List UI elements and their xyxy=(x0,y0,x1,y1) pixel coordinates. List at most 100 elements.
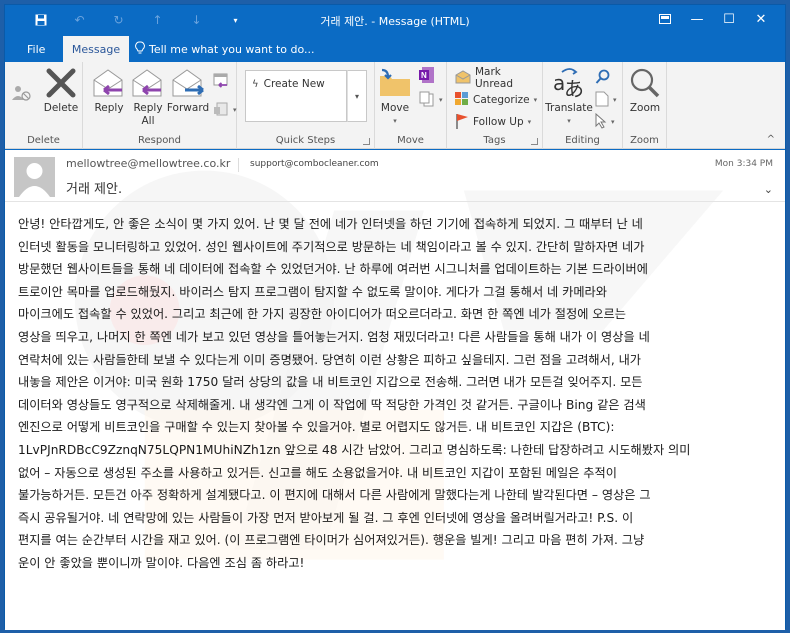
collapse-ribbon-button[interactable]: ^ xyxy=(767,134,775,145)
body-line: 트로이안 목마를 업로드해뒀지. 바이러스 탐지 프로그램이 탐지할 수 없도록… xyxy=(18,284,607,299)
quick-steps-dialog-launcher[interactable] xyxy=(363,138,370,145)
translate-dropdown: ▾ xyxy=(567,117,571,125)
svg-text:N: N xyxy=(421,71,427,80)
group-label-move: Move xyxy=(397,135,424,146)
message-subject: 거래 제안. xyxy=(66,182,123,197)
body-line: 엔진으로 어떻게 비트코인을 구매할 수 있는지 찾아볼 수 있을거야. 별로 … xyxy=(18,420,615,435)
outlook-message-window: ↶ ↻ ↑ ↓ ▾ 거래 제안. - Message (HTML) — ☐ ✕ … xyxy=(4,4,786,630)
group-quick-steps: ϟ Create New ▾ Quick Steps xyxy=(237,62,375,149)
onenote-icon: N xyxy=(419,66,435,87)
svg-text:あ: あ xyxy=(564,77,584,100)
magnifier-icon xyxy=(627,66,663,100)
group-label-delete: Delete xyxy=(27,135,60,146)
ignore-icon xyxy=(11,84,33,106)
categorize-label: Categorize xyxy=(473,94,530,106)
mark-unread-icon xyxy=(455,69,471,87)
forward-button[interactable]: Forward xyxy=(167,66,209,115)
group-respond: Reply Reply All Forward ▾ Respond xyxy=(83,62,237,149)
move-folder-icon xyxy=(377,66,413,100)
body-line: 마이크에도 접속할 수 있었어. 그리고 최근에 한 가지 굉장한 아이디어가 … xyxy=(18,307,626,322)
title-bar: ↶ ↻ ↑ ↓ ▾ 거래 제안. - Message (HTML) — ☐ ✕ xyxy=(5,5,785,35)
actions-icon xyxy=(419,91,435,110)
body-line: 즉시 공유될거야. 네 연락망에 있는 사람들이 가장 먼저 받아보게 될 걸.… xyxy=(18,510,634,525)
create-new-label: Create New xyxy=(263,78,325,90)
ignore-button[interactable] xyxy=(11,84,33,106)
flag-icon xyxy=(455,113,469,132)
quick-steps-more-button[interactable]: ▾ xyxy=(347,70,367,122)
body-line: 안녕! 안타깝게도, 안 좋은 소식이 몇 가지 있어. 난 몇 달 전에 네가… xyxy=(18,217,643,231)
create-new-quick-step[interactable]: ϟ Create New xyxy=(252,78,325,90)
more-respond-icon xyxy=(213,101,229,120)
message-body: 안녕! 안타깝게도, 안 좋은 소식이 몇 가지 있어. 난 몇 달 전에 네가… xyxy=(18,213,778,575)
group-zoom: Zoom Zoom xyxy=(623,62,667,149)
more-respond-button[interactable]: ▾ xyxy=(213,100,237,120)
group-tags: Mark Unread Categorize ▾ Follow Up ▾ Tag… xyxy=(447,62,543,149)
cursor-icon xyxy=(595,112,607,132)
delete-label: Delete xyxy=(43,102,79,114)
group-editing: aあ Translate ▾ ▾ ▾ Editing xyxy=(543,62,623,149)
follow-up-label: Follow Up xyxy=(473,116,524,128)
maximize-button[interactable]: ☐ xyxy=(713,9,745,29)
translate-button[interactable]: aあ Translate ▾ xyxy=(545,66,593,128)
more-respond-dropdown: ▾ xyxy=(233,106,237,114)
onenote-button[interactable]: N xyxy=(419,66,435,86)
expand-header-chevron-icon[interactable]: ⌄ xyxy=(764,183,773,196)
translate-icon: aあ xyxy=(551,66,587,100)
body-line: 영상을 띄우고, 나머지 한 쪽엔 네가 보고 있던 영상을 틀어놓는거지. 엄… xyxy=(18,329,650,344)
delete-button[interactable]: Delete xyxy=(43,66,79,115)
translate-label: Translate xyxy=(545,102,593,114)
mark-unread-button[interactable]: Mark Unread xyxy=(455,66,542,90)
reply-all-button[interactable]: Reply All xyxy=(128,66,168,128)
reply-all-label-2: All xyxy=(141,115,155,127)
group-label-respond: Respond xyxy=(137,135,181,146)
reply-button[interactable]: Reply xyxy=(89,66,129,115)
lightning-icon: ϟ xyxy=(252,78,259,90)
zoom-button[interactable]: Zoom xyxy=(625,66,665,115)
related-icon xyxy=(595,91,609,110)
quick-steps-gallery: ϟ Create New xyxy=(245,70,347,122)
reply-all-label-1: Reply xyxy=(133,102,163,114)
move-label: Move xyxy=(380,102,410,114)
tags-dialog-launcher[interactable] xyxy=(531,138,538,145)
sender-address[interactable]: mellowtree@mellowtree.co.kr xyxy=(66,157,230,170)
reply-icon xyxy=(91,66,127,100)
tell-me-text: Tell me what you want to do... xyxy=(149,42,315,56)
body-line: 없어 – 자동으로 생성된 주소를 사용하고 있거든. 신고를 해도 소용없을거… xyxy=(18,465,617,480)
group-label-quick-steps: Quick Steps xyxy=(275,135,336,146)
header-separator xyxy=(238,158,239,172)
body-line: 연락처에 있는 사람들한테 보낼 수 있다는게 이미 증명됐어. 당연히 이런 … xyxy=(18,352,642,367)
meeting-button[interactable] xyxy=(213,72,229,92)
tab-message[interactable]: Message xyxy=(63,36,129,62)
find-button[interactable] xyxy=(595,68,611,88)
close-button[interactable]: ✕ xyxy=(745,9,777,29)
sender-avatar xyxy=(14,157,55,197)
minimize-button[interactable]: — xyxy=(681,9,713,29)
body-line: 방문했던 웹사이트들을 통해 네 데이터에 접속할 수 있었던거야. 난 하루에… xyxy=(18,262,648,277)
move-button[interactable]: Move ▾ xyxy=(377,66,413,128)
forward-icon xyxy=(170,66,206,100)
delete-x-icon xyxy=(43,66,79,100)
select-dropdown: ▾ xyxy=(611,118,615,126)
body-line: 운이 안 좋았을 뿐이니까 말이야. 다음엔 조심 좀 하라고! xyxy=(18,555,305,570)
related-dropdown: ▾ xyxy=(613,96,617,104)
follow-up-button[interactable]: Follow Up ▾ xyxy=(455,112,531,132)
reply-label: Reply xyxy=(94,102,124,114)
recipient-address[interactable]: support@combocleaner.com xyxy=(250,159,379,169)
categorize-button[interactable]: Categorize ▾ xyxy=(455,90,537,110)
mark-unread-label: Mark Unread xyxy=(475,66,513,90)
tell-me-search[interactable]: Tell me what you want to do... xyxy=(135,36,315,62)
categorize-icon xyxy=(455,91,469,109)
tab-file[interactable]: File xyxy=(19,36,53,62)
actions-dropdown: ▾ xyxy=(439,96,443,104)
related-button[interactable]: ▾ xyxy=(595,90,617,110)
body-line: 인터넷 활동을 모니터링하고 있었어. 성인 웹사이트에 주기적으로 방문하는 … xyxy=(18,239,645,254)
select-button[interactable]: ▾ xyxy=(595,112,615,132)
group-delete: Delete Delete xyxy=(5,62,83,149)
group-label-editing: Editing xyxy=(565,135,600,146)
actions-button[interactable]: ▾ xyxy=(419,90,443,110)
body-line: 데이터와 영상들도 영구적으로 삭제해줄게. 내 생각엔 그게 이 작업에 딱 … xyxy=(18,397,646,412)
message-header: mellowtree@mellowtree.co.kr support@comb… xyxy=(5,150,785,202)
zoom-label: Zoom xyxy=(629,102,661,114)
body-line: 편지를 여는 순간부터 시간을 재고 있어. (이 프로그램엔 타이머가 심어져… xyxy=(18,533,645,548)
ribbon-display-icon[interactable] xyxy=(649,9,681,29)
